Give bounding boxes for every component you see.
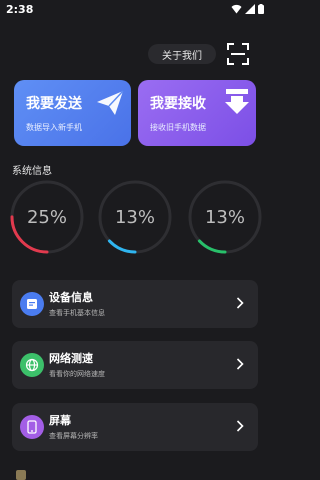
gauge-label: 13% [204, 206, 245, 228]
gauge-storage: 25% [8, 178, 86, 256]
send-card[interactable]: 我要发送 数据导入新手机 [14, 80, 131, 146]
receive-card[interactable]: 我要接收 接收旧手机数据 [138, 80, 256, 146]
row-icon-badge [20, 292, 44, 316]
chevron-right-icon [236, 358, 244, 370]
paper-plane-icon [97, 90, 124, 115]
network-speed-row[interactable]: 网络测速 看看你的网络速度 [12, 341, 258, 389]
send-card-title: 我要发送 [26, 96, 82, 112]
screen-row[interactable]: 屏幕 查看屏幕分辨率 [12, 403, 258, 451]
gauge-cpu: 13% [186, 178, 264, 256]
gauge-memory: 13% [96, 178, 174, 256]
row-subtitle: 查看手机基本信息 [49, 309, 105, 317]
signal-icon [245, 4, 255, 14]
system-info-title: 系统信息 [12, 166, 52, 177]
wifi-icon [231, 4, 242, 14]
gauge-label: 13% [114, 206, 155, 228]
row-title: 屏幕 [49, 414, 71, 427]
gauge-label: 25% [26, 206, 67, 228]
row-subtitle: 看看你的网络速度 [49, 370, 105, 378]
status-time: 2:38 [6, 3, 34, 16]
row-title: 网络测速 [49, 352, 93, 365]
status-icons [231, 4, 264, 14]
row-title: 设备信息 [49, 291, 93, 304]
row-icon-badge [20, 353, 44, 377]
chevron-right-icon [236, 297, 244, 309]
status-bar: 2:38 [0, 0, 270, 20]
send-card-subtitle: 数据导入新手机 [26, 123, 82, 132]
scan-icon [227, 43, 249, 65]
receive-card-title: 我要接收 [150, 96, 206, 112]
scan-button[interactable] [226, 42, 250, 66]
row-subtitle: 查看屏幕分辨率 [49, 432, 98, 440]
about-us-button[interactable]: 关于我们 [148, 44, 216, 64]
about-us-label: 关于我们 [162, 50, 202, 62]
row-icon-badge [20, 415, 44, 439]
chevron-right-icon [236, 420, 244, 432]
document-icon [27, 299, 37, 309]
download-icon [225, 89, 249, 114]
receive-card-subtitle: 接收旧手机数据 [150, 123, 206, 132]
bottom-app-thumbnail [16, 470, 26, 480]
device-info-row[interactable]: 设备信息 查看手机基本信息 [12, 280, 258, 328]
globe-icon [25, 358, 39, 372]
battery-icon [258, 4, 264, 14]
phone-icon [27, 420, 37, 434]
